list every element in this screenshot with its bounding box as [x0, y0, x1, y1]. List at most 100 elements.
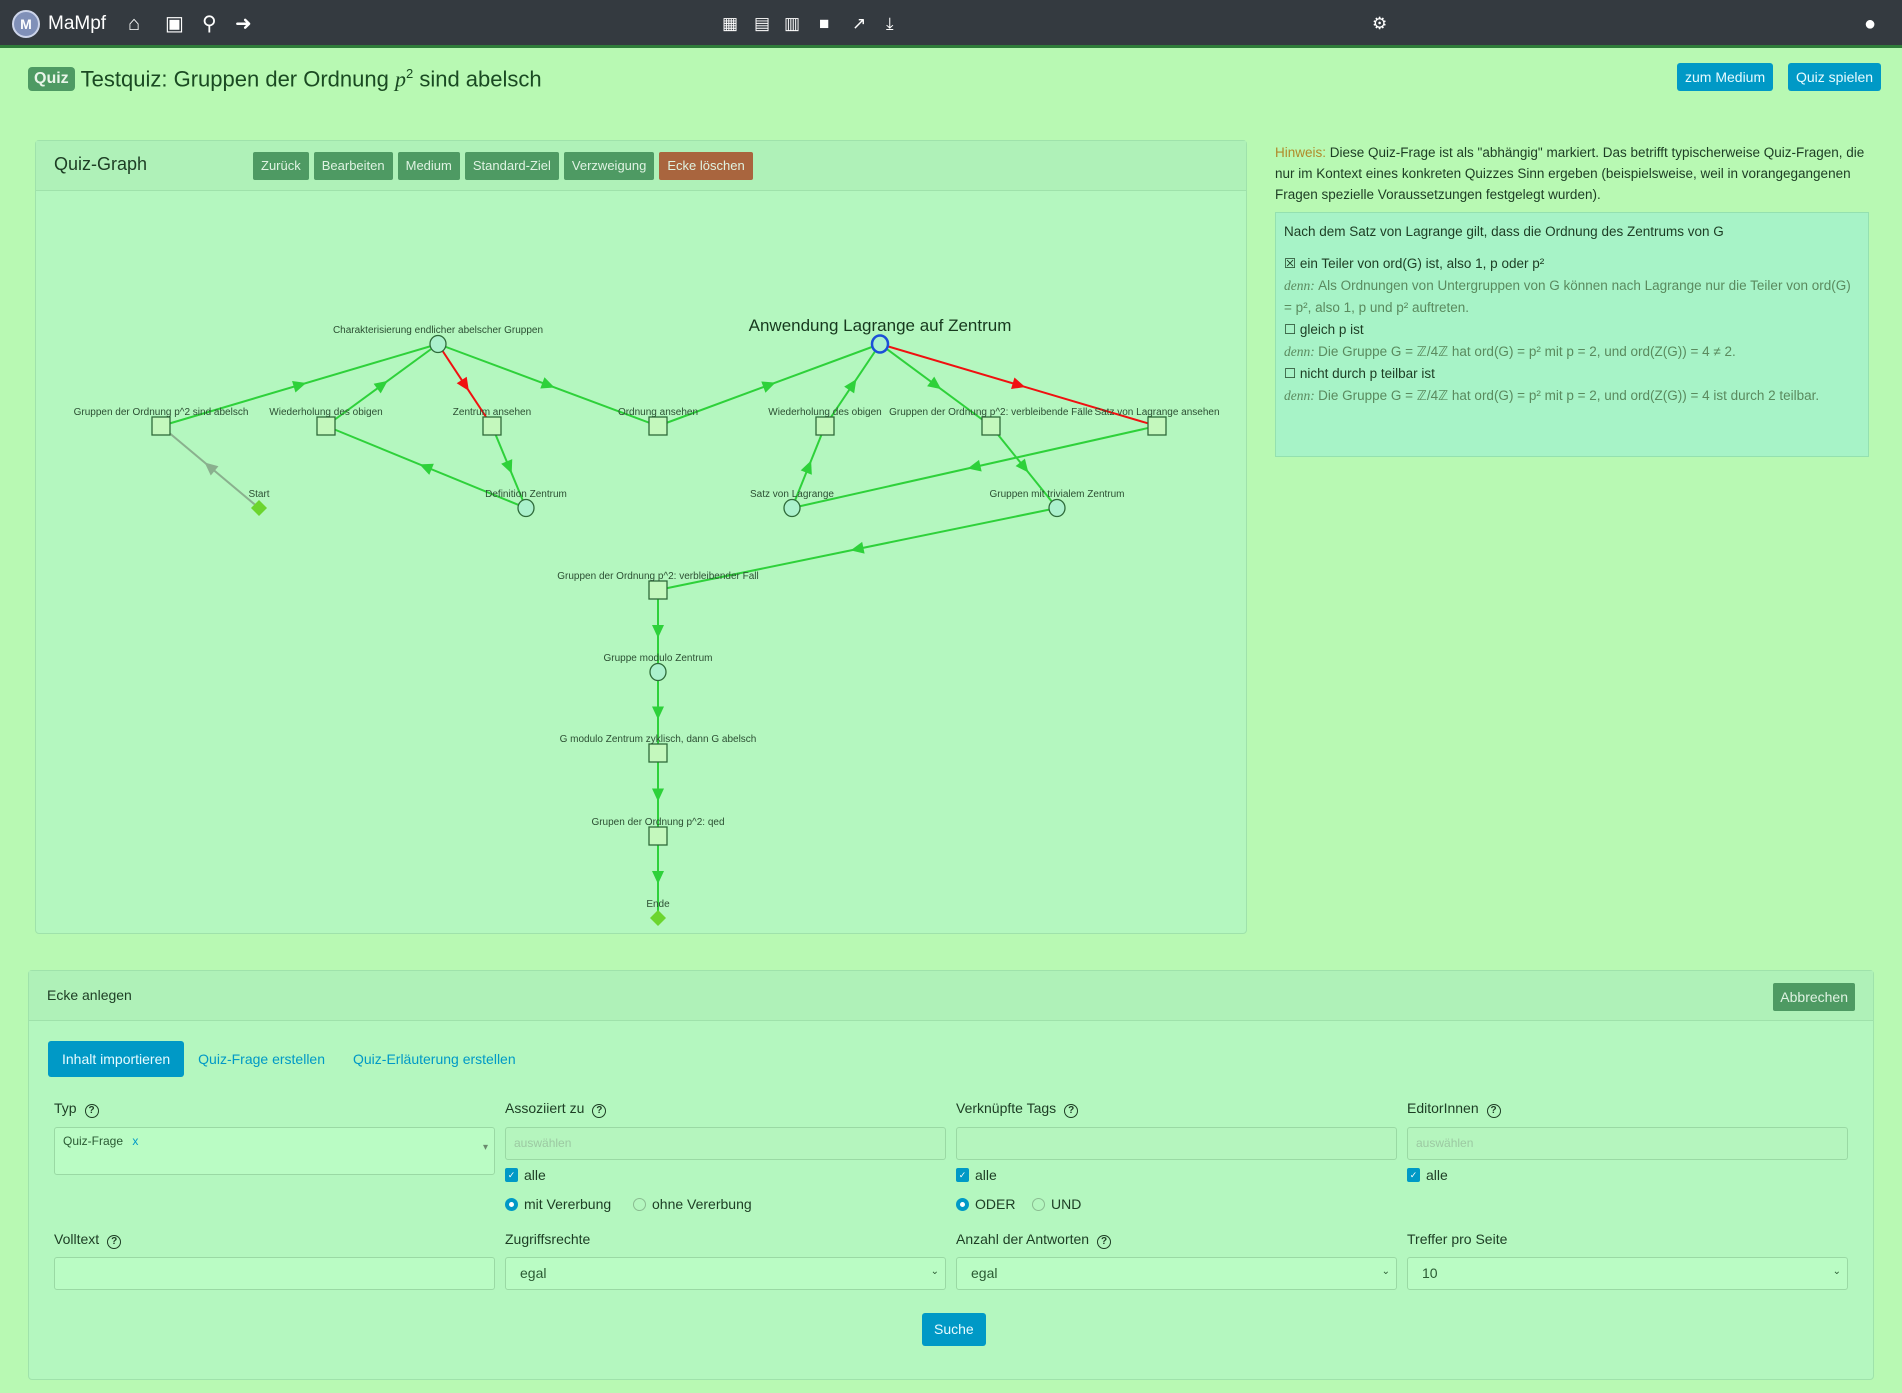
help-icon[interactable]: ?	[592, 1104, 607, 1118]
help-icon[interactable]: ?	[84, 1104, 99, 1118]
edge-arrow-icon	[761, 381, 776, 393]
editors-input[interactable]: auswählen	[1407, 1127, 1848, 1160]
edge-arrow-icon	[501, 459, 513, 474]
graph-node-label: Satz von Lagrange ansehen	[1094, 407, 1219, 418]
edge-arrow-icon	[540, 377, 555, 389]
per-page-select[interactable]: 10 ⌄	[1407, 1257, 1848, 1290]
hint-body: Diese Quiz-Frage ist als "abhängig" mark…	[1275, 145, 1865, 202]
brand-name: MaMpf	[48, 13, 107, 34]
editors-label: EditorInnen?	[1407, 1100, 1501, 1118]
help-icon[interactable]: ?	[1064, 1104, 1079, 1118]
tab-import-content[interactable]: Inhalt importieren	[48, 1041, 185, 1077]
type-select[interactable]: Quiz-Frage x ▾	[54, 1127, 495, 1175]
clipboard-icon[interactable]: ▤	[754, 12, 770, 36]
access-label: Zugriffsrechte	[505, 1231, 591, 1247]
answer-option: ☐ gleich p ist	[1284, 322, 1364, 337]
answers-count-select[interactable]: egal ⌄	[956, 1257, 1397, 1290]
edit-button[interactable]: Bearbeiten	[313, 152, 393, 180]
branch-button[interactable]: Verzweigung	[563, 152, 655, 180]
to-medium-button[interactable]: zum Medium	[1677, 63, 1774, 91]
graph-node-zentrum[interactable]	[482, 416, 502, 436]
or-radio[interactable]: ODER	[956, 1196, 1015, 1212]
type-value: Quiz-Frage	[63, 1134, 124, 1148]
without-inheritance-radio[interactable]: ohne Vererbung	[633, 1196, 752, 1212]
quiz-graph-canvas[interactable]: Start Gruppen der Ordnung p^2 sind abelsc…	[36, 191, 1246, 933]
graph-node-label: Wiederholung des obigen	[768, 407, 881, 418]
play-quiz-button[interactable]: Quiz spielen	[1788, 63, 1882, 91]
user-icon[interactable]: ●	[1864, 12, 1876, 36]
graph-node-ordnung[interactable]	[648, 416, 668, 436]
assoc-all-checkbox[interactable]: ✓ alle	[505, 1167, 546, 1183]
comment-icon[interactable]: ■	[819, 12, 829, 36]
graph-node-faelle[interactable]	[981, 416, 1001, 436]
tags-input[interactable]	[956, 1127, 1397, 1160]
graph-node-ende[interactable]	[650, 910, 666, 926]
users-cog-icon[interactable]: ⚙	[1372, 12, 1387, 36]
graph-node-trivial[interactable]	[1048, 498, 1066, 518]
graph-node-label: Wiederholung des obigen	[269, 407, 382, 418]
edge-arrow-icon	[292, 380, 307, 393]
tab-create-remark[interactable]: Quiz-Erläuterung erstellen	[339, 1041, 530, 1077]
search-button[interactable]: Suche	[922, 1313, 986, 1346]
download-icon[interactable]: ⤓	[886, 12, 894, 36]
graph-node-abelsch[interactable]	[151, 416, 171, 436]
question-text: Nach dem Satz von Lagrange gilt, dass di…	[1284, 224, 1724, 239]
logout-icon[interactable]: ➜	[235, 12, 252, 36]
fulltext-label: Volltext?	[54, 1231, 122, 1249]
edge-arrow-icon	[652, 871, 664, 884]
edge-arrow-icon	[652, 625, 664, 638]
graph-node-label: Ordnung ansehen	[618, 407, 698, 418]
default-target-button[interactable]: Standard-Ziel	[464, 152, 559, 180]
news-icon[interactable]: ▥	[784, 12, 800, 36]
home-icon[interactable]: ⌂	[128, 12, 140, 36]
help-icon[interactable]: ?	[1486, 1104, 1501, 1118]
question-preview: Nach dem Satz von Lagrange gilt, dass di…	[1275, 212, 1869, 457]
graph-node-zyklisch[interactable]	[648, 743, 668, 763]
lecture-icon[interactable]: ▣	[165, 12, 184, 36]
chart-icon[interactable]: ↗	[852, 12, 866, 36]
per-page-label: Treffer pro Seite	[1407, 1231, 1508, 1247]
answer-explanation: denn: Die Gruppe G = ℤ/4ℤ hat ord(G) = p…	[1284, 388, 1820, 403]
graph-node-label: Charakterisierung endlicher abelscher Gr…	[333, 325, 543, 336]
editors-all-checkbox[interactable]: ✓ alle	[1407, 1167, 1448, 1183]
graph-node-label: Satz von Lagrange	[750, 489, 834, 500]
delete-vertex-button[interactable]: Ecke löschen	[659, 152, 753, 180]
graph-node-modulo[interactable]	[649, 662, 667, 682]
access-select[interactable]: egal ⌄	[505, 1257, 946, 1290]
graph-node-fall[interactable]	[648, 580, 668, 600]
brand-link[interactable]: M MaMpf	[12, 10, 106, 38]
graph-node-wied1[interactable]	[316, 416, 336, 436]
edge-arrow-icon	[850, 541, 865, 554]
graph-node-label: Zentrum ansehen	[453, 407, 531, 418]
help-icon[interactable]: ?	[107, 1235, 122, 1249]
answers-count-label: Anzahl der Antworten?	[956, 1231, 1112, 1249]
graph-node-lagansehen[interactable]	[1147, 416, 1167, 436]
graph-node-label: G modulo Zentrum zyklisch, dann G abelsc…	[560, 734, 757, 745]
edge-arrow-icon	[652, 706, 664, 720]
answer-option: ☒ ein Teiler von ord(G) ist, also 1, p o…	[1284, 256, 1545, 271]
calendar-icon[interactable]: ▦	[722, 12, 738, 36]
graph-node-lagrange[interactable]	[783, 498, 801, 518]
tab-create-question[interactable]: Quiz-Frage erstellen	[184, 1041, 339, 1077]
graph-node-charakt[interactable]	[429, 334, 447, 354]
graph-node-defz[interactable]	[517, 498, 535, 518]
help-icon[interactable]: ?	[1097, 1235, 1112, 1249]
graph-node-anwend[interactable]	[870, 334, 890, 354]
search-icon[interactable]: ⚲	[202, 12, 217, 36]
graph-node-qed[interactable]	[648, 826, 668, 846]
tags-all-checkbox[interactable]: ✓ alle	[956, 1167, 997, 1183]
assoc-input[interactable]: auswählen	[505, 1127, 946, 1160]
with-inheritance-radio[interactable]: mit Vererbung	[505, 1196, 611, 1212]
page-title: Quiz Testquiz: Gruppen der Ordnung p2 si…	[28, 66, 542, 92]
medium-button[interactable]: Medium	[397, 152, 460, 180]
and-radio[interactable]: UND	[1032, 1196, 1081, 1212]
mampf-logo: M	[12, 10, 40, 38]
graph-node-wied2[interactable]	[815, 416, 835, 436]
hint-text: Hinweis: Diese Quiz-Frage ist als "abhän…	[1275, 142, 1875, 205]
back-button[interactable]: Zurück	[253, 152, 309, 180]
type-label: Typ?	[54, 1100, 99, 1118]
cancel-button[interactable]: Abbrechen	[1773, 983, 1855, 1011]
remove-type-icon[interactable]: x	[132, 1134, 138, 1148]
assoc-label: Assoziiert zu?	[505, 1100, 607, 1118]
fulltext-input[interactable]	[54, 1257, 495, 1290]
